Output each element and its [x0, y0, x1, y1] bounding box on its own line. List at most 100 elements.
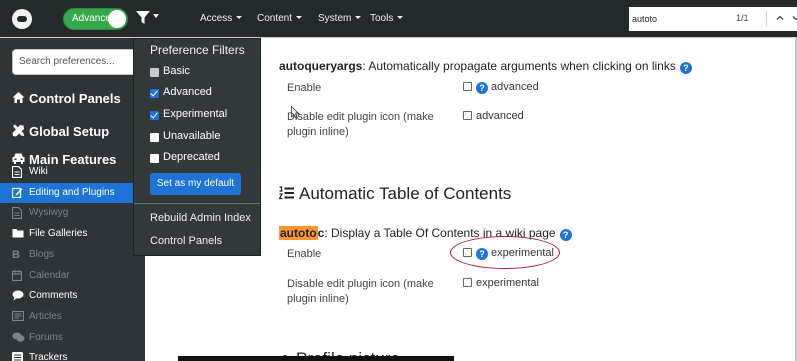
disable-edit-checkbox[interactable]	[463, 278, 472, 287]
calendar-icon	[12, 270, 22, 281]
sidebar-item-label: Wysiwyg	[29, 207, 69, 218]
sidebar-item-control-panels[interactable]: Control Panels	[0, 87, 145, 111]
help-icon[interactable]: ?	[679, 62, 692, 74]
advanced-mode-toggle[interactable]: Advanced	[63, 8, 128, 30]
comments-icon	[12, 332, 25, 342]
sidebar-item-blogs[interactable]: B Blogs	[0, 245, 145, 265]
admin-sidebar: Search preferences... Control Panels Glo…	[0, 38, 145, 361]
sidebar-item-trackers[interactable]: Trackers	[0, 348, 145, 361]
sidebar-item-label: File Galleries	[29, 228, 88, 239]
annotation-ellipse	[450, 236, 560, 269]
control-panels-link[interactable]: Control Panels	[150, 235, 222, 247]
preference-filter-button[interactable]	[136, 9, 164, 29]
unavailable-checkbox[interactable]	[150, 133, 159, 142]
sidebar-item-label: Wiki	[29, 166, 48, 177]
house-icon	[12, 92, 25, 103]
autoqueryargs-enable-control[interactable]: ? advanced	[463, 81, 539, 94]
autoqueryargs-disable-edit-control[interactable]: advanced	[463, 110, 524, 122]
sidebar-item-label: Calendar	[29, 270, 70, 281]
find-input[interactable]	[632, 10, 732, 28]
find-separator	[766, 11, 767, 26]
toggle-knob	[108, 10, 126, 28]
level-label: advanced	[476, 110, 524, 122]
search-preferences-input[interactable]: Search preferences...	[12, 49, 139, 75]
sidebar-item-label: Global Setup	[29, 124, 110, 139]
browser-find-bar: 1/1	[629, 7, 797, 31]
chevron-down-icon	[236, 16, 243, 19]
sidebar-item-label: Trackers	[29, 352, 68, 361]
sidebar-item-file-galleries[interactable]: File Galleries	[0, 224, 145, 244]
row-label-enable: Enable	[287, 82, 322, 94]
enable-checkbox[interactable]	[463, 82, 472, 91]
menu-access-label: Access	[200, 13, 233, 24]
filter-icon	[136, 11, 150, 24]
menu-tools-label: Tools	[370, 13, 394, 24]
menu-access[interactable]: Access	[200, 13, 243, 24]
filter-option-label: Unavailable	[163, 130, 221, 142]
main-content: autoqueryargs: Automatically propagate a…	[262, 38, 797, 361]
menu-content-label: Content	[257, 13, 293, 24]
preference-filters-dropdown: Preference Filters Basic Advanced Experi…	[133, 38, 261, 256]
disable-edit-checkbox[interactable]	[463, 111, 472, 120]
help-icon[interactable]: ?	[559, 229, 572, 241]
folder-icon	[12, 229, 24, 238]
menu-tools[interactable]: Tools	[370, 13, 404, 24]
experimental-checkbox[interactable]	[150, 111, 159, 120]
sidebar-item-wiki[interactable]: Wiki	[0, 162, 145, 182]
section-title: Automatic Table of Contents	[278, 184, 512, 204]
chevron-down-icon	[296, 16, 303, 19]
top-navbar: Advanced Access Content System Tools 1/1	[0, 0, 797, 38]
edit-icon	[12, 187, 23, 198]
help-icon[interactable]: ?	[476, 82, 488, 94]
rebuild-admin-index-link[interactable]: Rebuild Admin Index	[150, 212, 251, 224]
preference-filters-header: Preference Filters	[150, 43, 245, 57]
row-label-disable-edit-plugin: Disable edit plugin icon (make plugin in…	[287, 111, 434, 138]
wrench-icon	[12, 124, 24, 137]
filter-option-label: Deprecated	[163, 151, 220, 163]
chevron-down-icon	[355, 16, 362, 19]
pref-autoqueryargs-description: : Automatically propagate arguments when…	[362, 59, 676, 73]
row-label-disable-edit-plugin: Disable edit plugin icon (make plugin in…	[287, 278, 434, 305]
list-ol-icon	[278, 186, 294, 200]
file-icon	[12, 166, 22, 178]
sidebar-item-label: Articles	[29, 311, 62, 322]
sidebar-item-comments[interactable]: Comments	[0, 286, 145, 306]
sidebar-item-label: Comments	[29, 290, 78, 301]
list-icon	[12, 352, 23, 361]
sidebar-item-articles[interactable]: Articles	[0, 307, 145, 327]
find-match-count: 1/1	[736, 13, 749, 23]
set-as-default-button[interactable]: Set as my default	[150, 173, 241, 195]
newspaper-icon	[12, 311, 24, 321]
section-title-text: Automatic Table of Contents	[299, 184, 512, 203]
tiki-logo-icon[interactable]	[12, 9, 32, 29]
advanced-checkbox[interactable]	[150, 89, 159, 98]
row-label-enable: Enable	[287, 248, 322, 260]
comment-icon	[12, 290, 24, 301]
level-label: advanced	[491, 81, 539, 93]
menu-system[interactable]: System	[318, 13, 362, 24]
file-icon	[12, 207, 22, 219]
find-previous-icon[interactable]	[775, 13, 785, 23]
sidebar-item-forums[interactable]: Forums	[0, 328, 145, 348]
overlay-bar	[178, 356, 454, 361]
autotoc-disable-edit-control[interactable]: experimental	[463, 277, 539, 289]
search-preferences-placeholder: Search preferences...	[19, 56, 115, 67]
basic-checkbox[interactable]	[150, 68, 159, 77]
sidebar-item-label: Blogs	[29, 249, 55, 260]
sidebar-item-wysiwyg[interactable]: Wysiwyg	[0, 203, 145, 223]
chevron-down-icon	[153, 14, 159, 18]
chevron-down-icon	[397, 16, 404, 19]
sidebar-item-global-setup[interactable]: Global Setup	[0, 120, 145, 144]
deprecated-checkbox[interactable]	[150, 154, 159, 163]
bold-b-icon: B	[12, 249, 20, 261]
menu-content[interactable]: Content	[257, 13, 303, 24]
find-highlight: autoto	[279, 226, 318, 240]
pref-autoqueryargs-name: autoqueryargs	[279, 59, 363, 73]
filter-option-label: Basic	[163, 65, 190, 77]
sidebar-item-label: Editing and Plugins	[29, 187, 115, 198]
sidebar-item-editing-and-plugins[interactable]: Editing and Plugins	[0, 183, 145, 203]
find-next-icon[interactable]	[791, 13, 797, 23]
sidebar-item-label: Forums	[29, 332, 63, 343]
filter-option-label: Experimental	[163, 108, 228, 120]
sidebar-item-calendar[interactable]: Calendar	[0, 266, 145, 286]
